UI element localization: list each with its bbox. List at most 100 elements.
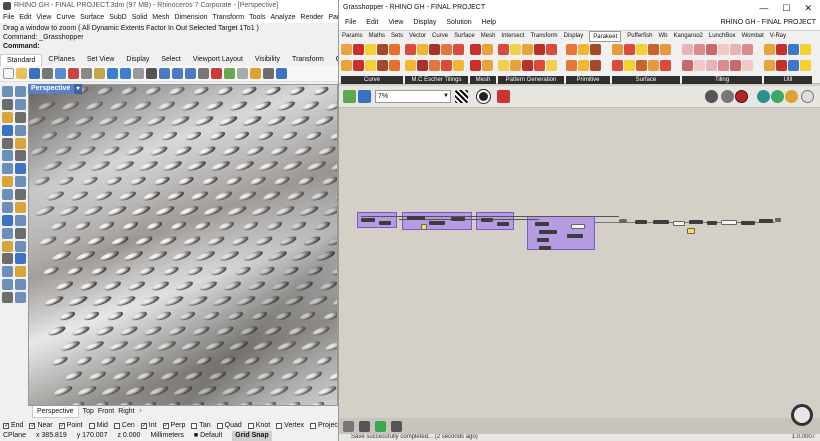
component-node[interactable]: [481, 218, 493, 222]
pan-icon[interactable]: [133, 68, 144, 79]
component-node[interactable]: [539, 246, 551, 250]
component-node[interactable]: [759, 219, 773, 223]
component-icon[interactable]: [612, 44, 623, 55]
viewport-title-perspective[interactable]: Perspective ▾: [28, 84, 82, 94]
component-icon[interactable]: [365, 44, 376, 55]
gh-tab-display[interactable]: Display: [564, 31, 584, 42]
component-icon[interactable]: [377, 44, 388, 55]
gh-menu-display[interactable]: Display: [413, 16, 436, 30]
mesh-settings-icon[interactable]: [757, 90, 770, 103]
panel-node[interactable]: [687, 228, 695, 234]
command-prompt-input[interactable]: Command:: [3, 42, 337, 51]
rhino-menu-view[interactable]: View: [36, 12, 51, 23]
component-icon[interactable]: [389, 59, 400, 71]
component-icon[interactable]: [470, 59, 481, 71]
component-icon[interactable]: [800, 59, 811, 71]
component-icon[interactable]: [470, 44, 481, 55]
rectangle-icon[interactable]: [2, 124, 13, 136]
component-icon[interactable]: [441, 59, 452, 71]
chevron-down-icon[interactable]: ▾: [74, 84, 82, 94]
component-icon[interactable]: [546, 44, 557, 55]
text-icon[interactable]: [15, 253, 26, 265]
gh-tab-wombat[interactable]: Wombat: [742, 31, 764, 42]
component-icon[interactable]: [776, 44, 787, 55]
surface-icon[interactable]: [2, 137, 13, 149]
component-icon[interactable]: [636, 44, 647, 55]
circle-icon[interactable]: [2, 111, 13, 123]
wireframe-preview-icon[interactable]: [705, 90, 718, 103]
block-icon[interactable]: [15, 279, 26, 291]
component-icon[interactable]: [522, 59, 533, 71]
fillet-icon[interactable]: [2, 176, 13, 188]
gh-tab-kangaroo2[interactable]: Kangaroo2: [674, 31, 703, 42]
osnap-near[interactable]: ✓ Near: [29, 421, 53, 431]
component-icon[interactable]: [682, 44, 693, 55]
component-node[interactable]: [571, 224, 585, 229]
gh-tab-v-ray[interactable]: V-Ray: [770, 31, 786, 42]
component-icon[interactable]: [389, 44, 400, 55]
gh-tab-vector[interactable]: Vector: [409, 31, 426, 42]
component-icon[interactable]: [612, 59, 623, 71]
close-icon[interactable]: ✕: [804, 0, 812, 16]
component-icon[interactable]: [590, 44, 601, 55]
component-icon[interactable]: [441, 44, 452, 55]
rhino-menu-panels[interactable]: Panels: [328, 12, 338, 23]
display-mode-icon[interactable]: [801, 90, 814, 103]
copy-icon[interactable]: [81, 68, 92, 79]
component-node[interactable]: [707, 221, 717, 225]
viewport-tab-front[interactable]: Front: [98, 406, 114, 418]
split-icon[interactable]: [15, 189, 26, 200]
component-icon[interactable]: [706, 44, 717, 55]
osnap-end[interactable]: ✓ End: [3, 421, 23, 431]
component-icon[interactable]: [694, 44, 705, 55]
tab-select[interactable]: Select: [155, 54, 186, 66]
component-icon[interactable]: [624, 59, 635, 71]
component-node[interactable]: [673, 221, 685, 226]
rhino-menu-render[interactable]: Render: [300, 12, 323, 23]
ribbon-group-label[interactable]: Mesh: [470, 76, 496, 84]
component-icon[interactable]: [776, 59, 787, 71]
component-node[interactable]: [539, 230, 557, 234]
component-icon[interactable]: [405, 44, 416, 55]
arc-icon[interactable]: [15, 111, 26, 123]
component-icon[interactable]: [522, 44, 533, 55]
osnap-checkbox[interactable]: [276, 423, 283, 429]
osnap-checkbox[interactable]: ✓: [162, 423, 169, 429]
component-icon[interactable]: [718, 59, 729, 71]
osnap-quad[interactable]: Quad: [216, 421, 242, 431]
four-views-icon[interactable]: [198, 68, 209, 79]
polygon-icon[interactable]: [15, 124, 26, 136]
tab-transform[interactable]: Transform: [286, 54, 330, 66]
osnap-perp[interactable]: ✓ Perp: [162, 421, 185, 431]
gh-menu-file[interactable]: File: [345, 16, 356, 30]
properties-icon[interactable]: [237, 68, 248, 79]
component-icon[interactable]: [405, 59, 416, 71]
gh-menu-view[interactable]: View: [388, 16, 403, 30]
gh-menu-solution[interactable]: Solution: [446, 16, 471, 30]
component-icon[interactable]: [566, 59, 577, 71]
new-file-icon[interactable]: [3, 68, 14, 79]
sphere-icon[interactable]: [15, 150, 26, 162]
component-icon[interactable]: [341, 44, 352, 55]
component-node[interactable]: [775, 218, 781, 222]
osnap-checkbox[interactable]: ✓: [58, 423, 65, 429]
tab-visibility[interactable]: Visibility: [249, 54, 286, 66]
gh-tab-surface[interactable]: Surface: [454, 31, 475, 42]
trim-icon[interactable]: [2, 189, 13, 200]
point-icon[interactable]: [15, 86, 26, 97]
component-icon[interactable]: [417, 59, 428, 71]
status-layer[interactable]: ■ Default: [194, 431, 222, 441]
tab-display[interactable]: Display: [120, 54, 155, 66]
component-icon[interactable]: [660, 59, 671, 71]
document-preview-icon[interactable]: [771, 90, 784, 103]
grid-snap-toggle[interactable]: Grid Snap: [232, 431, 272, 441]
component-icon[interactable]: [578, 44, 589, 55]
minimize-icon[interactable]: —: [759, 0, 768, 16]
osnap-checkbox[interactable]: ✓: [3, 423, 9, 429]
zoom-icon[interactable]: [159, 68, 170, 79]
material-preview-icon[interactable]: [785, 90, 798, 103]
component-icon[interactable]: [788, 44, 799, 55]
osnap-int[interactable]: ✓ Int: [140, 421, 157, 431]
component-node[interactable]: [535, 222, 549, 226]
component-icon[interactable]: [660, 44, 671, 55]
